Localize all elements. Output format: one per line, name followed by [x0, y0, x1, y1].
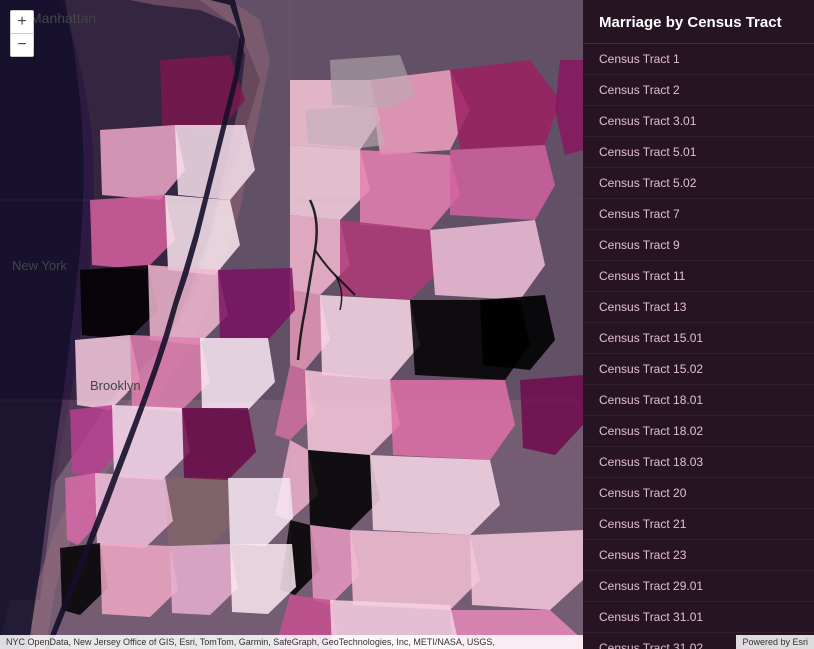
sidebar-item-1[interactable]: Census Tract 2 — [583, 75, 814, 106]
sidebar-item-14[interactable]: Census Tract 20 — [583, 478, 814, 509]
map-area[interactable]: Manhattan New York Brooklyn + − NYC Open… — [0, 0, 583, 649]
powered-by-badge: Powered by Esri — [736, 635, 814, 649]
sidebar-item-11[interactable]: Census Tract 18.01 — [583, 385, 814, 416]
sidebar-item-6[interactable]: Census Tract 9 — [583, 230, 814, 261]
sidebar-item-17[interactable]: Census Tract 29.01 — [583, 571, 814, 602]
sidebar-item-13[interactable]: Census Tract 18.03 — [583, 447, 814, 478]
sidebar-item-12[interactable]: Census Tract 18.02 — [583, 416, 814, 447]
attribution-text: NYC OpenData, New Jersey Office of GIS, … — [6, 637, 495, 647]
map-attribution: NYC OpenData, New Jersey Office of GIS, … — [0, 635, 583, 649]
zoom-controls: + − — [10, 10, 34, 57]
sidebar-item-4[interactable]: Census Tract 5.02 — [583, 168, 814, 199]
zoom-in-button[interactable]: + — [11, 11, 33, 33]
sidebar-item-3[interactable]: Census Tract 5.01 — [583, 137, 814, 168]
sidebar-item-7[interactable]: Census Tract 11 — [583, 261, 814, 292]
sidebar-item-18[interactable]: Census Tract 31.01 — [583, 602, 814, 633]
sidebar-item-5[interactable]: Census Tract 7 — [583, 199, 814, 230]
zoom-out-button[interactable]: − — [11, 34, 33, 56]
sidebar-item-2[interactable]: Census Tract 3.01 — [583, 106, 814, 137]
sidebar-item-16[interactable]: Census Tract 23 — [583, 540, 814, 571]
sidebar-items-container: Census Tract 1Census Tract 2Census Tract… — [583, 44, 814, 649]
sidebar-item-0[interactable]: Census Tract 1 — [583, 44, 814, 75]
sidebar-item-9[interactable]: Census Tract 15.01 — [583, 323, 814, 354]
sidebar-item-8[interactable]: Census Tract 13 — [583, 292, 814, 323]
sidebar-title: Marriage by Census Tract — [583, 0, 814, 44]
sidebar-item-15[interactable]: Census Tract 21 — [583, 509, 814, 540]
sidebar-item-10[interactable]: Census Tract 15.02 — [583, 354, 814, 385]
sidebar: Marriage by Census Tract Census Tract 1C… — [583, 0, 814, 649]
